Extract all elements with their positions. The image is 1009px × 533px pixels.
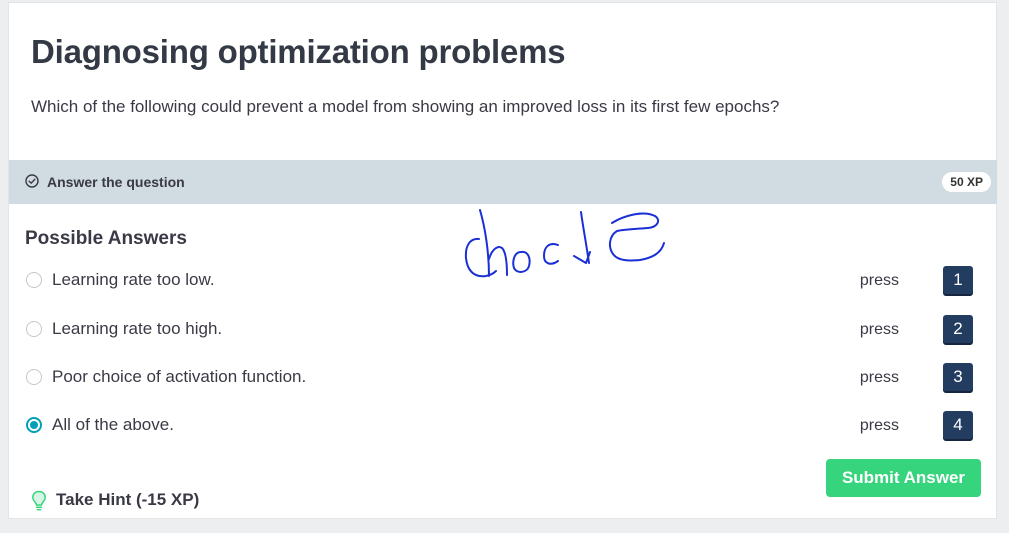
answer-option-3[interactable]: Poor choice of activation function. pres… [23, 363, 983, 393]
press-hint: press [859, 321, 899, 338]
answer-option-label: Learning rate too low. [52, 270, 215, 289]
answer-option-label: Learning rate too high. [52, 319, 223, 338]
press-hint: press [859, 369, 899, 386]
xp-badge: 50 XP [942, 172, 991, 192]
take-hint-label: Take Hint (-15 XP) [56, 490, 200, 509]
keyboard-shortcut-badge: 3 [943, 363, 973, 391]
radio-button[interactable] [26, 369, 42, 385]
radio-button[interactable] [26, 272, 42, 288]
press-hint: press [859, 272, 899, 289]
possible-answers-heading: Possible Answers [25, 228, 187, 249]
question-text: Which of the following could prevent a m… [31, 97, 780, 116]
answer-option-label: All of the above. [52, 415, 174, 434]
exercise-title: Diagnosing optimization problems [31, 33, 566, 70]
check-circle-icon [25, 174, 39, 188]
answer-option-4[interactable]: All of the above. press 4 [23, 411, 983, 441]
keyboard-shortcut-badge: 2 [943, 315, 973, 343]
lightbulb-icon [32, 490, 46, 511]
keyboard-shortcut-badge: 1 [943, 266, 973, 294]
radio-button[interactable] [26, 321, 42, 337]
radio-button-selected[interactable] [26, 417, 42, 433]
press-hint: press [859, 417, 899, 434]
answer-option-label: Poor choice of activation function. [52, 367, 307, 386]
banner-label: Answer the question [47, 174, 185, 190]
answer-option-2[interactable]: Learning rate too high. press 2 [23, 315, 983, 345]
submit-answer-button[interactable]: Submit Answer [826, 459, 981, 497]
keyboard-shortcut-badge: 4 [943, 411, 973, 439]
handwritten-annotation [464, 209, 665, 278]
